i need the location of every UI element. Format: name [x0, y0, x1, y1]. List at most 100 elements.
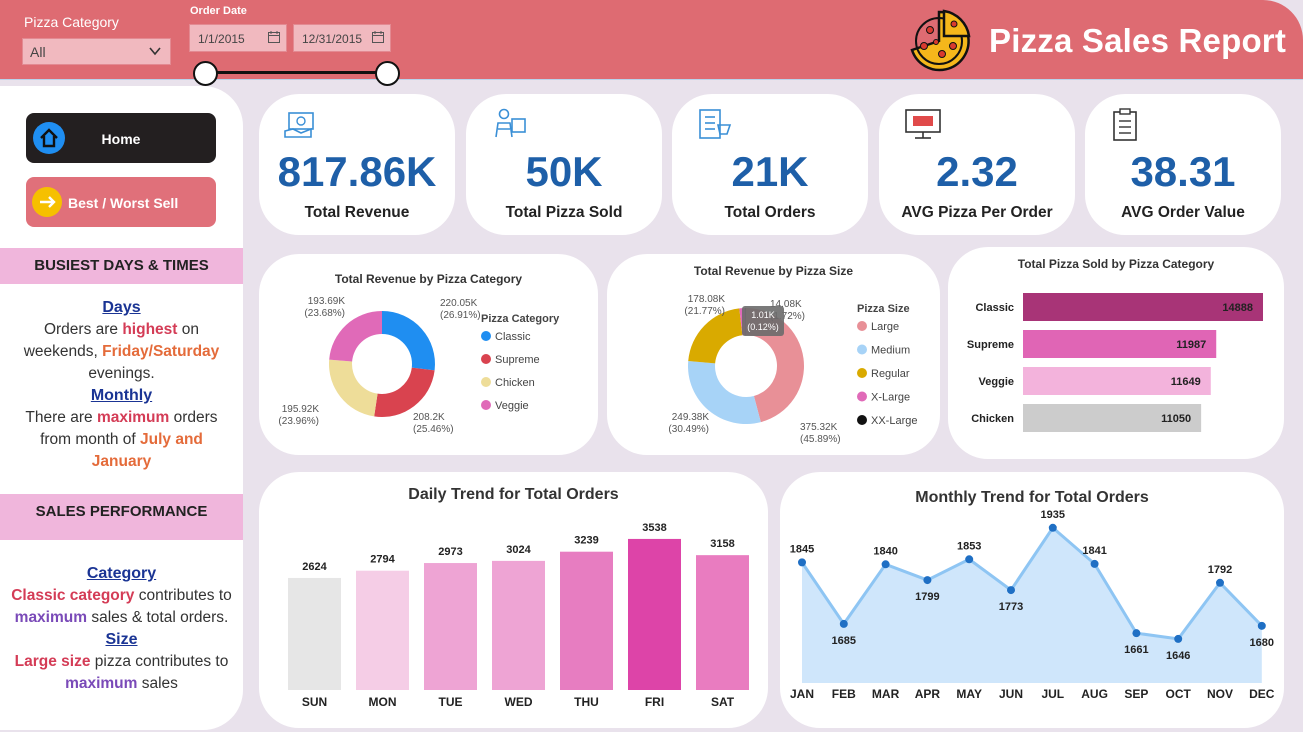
legend-item: Large [871, 321, 899, 333]
monitor-icon [905, 109, 941, 139]
clipboard-icon [1113, 108, 1137, 141]
tooltip-value: 1.01K [751, 310, 775, 320]
point-value-label: 1841 [1082, 545, 1106, 557]
data-point [965, 555, 974, 564]
slice-value-label: 193.69K [308, 296, 346, 307]
start-date-value: 1/1/2015 [198, 32, 245, 46]
legend-item: Classic [495, 331, 531, 343]
data-point [881, 560, 890, 569]
revenue-by-size-card: Total Revenue by Pizza Size 375.32K (45.8… [607, 254, 940, 455]
report-title: Pizza Sales Report [989, 22, 1287, 59]
donut-slice [382, 311, 435, 371]
legend-item: Veggie [495, 400, 529, 412]
date-slider-start-handle[interactable] [193, 61, 218, 86]
monthly-subheading: Monthly [90, 387, 153, 404]
bar-value-label: 2794 [370, 554, 395, 566]
x-tick-label: FRI [645, 695, 664, 709]
kpi-label: AVG Pizza Per Order [901, 204, 1053, 221]
x-tick-label: FEB [832, 687, 856, 701]
home-button[interactable]: Home [26, 113, 216, 163]
kpi-label: Total Orders [724, 204, 816, 221]
legend-item: Regular [871, 368, 910, 380]
calendar-icon [268, 31, 280, 43]
donut-slice [329, 359, 378, 417]
legend-title: Pizza Size [857, 303, 910, 315]
donut-slice [374, 367, 435, 417]
x-tick-label: SEP [1124, 687, 1148, 701]
slice-value-label: 208.2K [413, 412, 445, 423]
data-point [1132, 629, 1141, 638]
best-worst-sell-button[interactable]: Best / Worst Sell [26, 177, 216, 227]
end-date-input[interactable]: 12/31/2015 [293, 24, 391, 52]
legend-item: XX-Large [871, 415, 917, 427]
bar-value-label: 11649 [1171, 376, 1201, 388]
delivery-person-icon [495, 108, 526, 138]
bar-value-label: 11987 [1176, 339, 1206, 351]
x-tick-label: OCT [1166, 687, 1192, 701]
bar [628, 538, 681, 690]
sales-performance-heading: SALES PERFORMANCE [0, 494, 243, 540]
pizza-category-dropdown[interactable]: All [22, 38, 171, 65]
data-point [1216, 578, 1224, 587]
legend-title: Pizza Category [481, 313, 560, 325]
slice-value-label: 195.92K [282, 404, 320, 415]
point-value-label: 1853 [957, 540, 981, 552]
slice-value-label: 220.05K [440, 298, 478, 309]
kpi-value: 50K [525, 148, 603, 195]
legend-marker [481, 400, 491, 410]
x-tick-label: WED [505, 695, 533, 709]
start-date-input[interactable]: 1/1/2015 [189, 24, 287, 52]
money-icon [284, 112, 314, 138]
slice-value-label: 375.32K [800, 422, 838, 433]
kpi-avg-order-value: 38.31 AVG Order Value [1085, 94, 1281, 235]
x-tick-label: DEC [1249, 687, 1275, 701]
data-point [1007, 586, 1015, 595]
slice-percent-label: (21.77%) [684, 306, 725, 317]
data-point [1090, 559, 1099, 568]
data-point [923, 576, 932, 585]
x-tick-label: THU [574, 695, 599, 709]
point-value-label: 1799 [915, 591, 939, 603]
data-point [798, 558, 806, 567]
category-subheading: Category [86, 565, 157, 582]
bar-value-label: 2973 [438, 546, 462, 558]
x-tick-label: JUL [1041, 687, 1064, 701]
bar-value-label: 3538 [642, 522, 666, 534]
legend-marker [481, 354, 491, 364]
chevron-down-icon [149, 47, 161, 56]
slice-percent-label: (23.68%) [304, 308, 345, 319]
pizza-category-value: All [30, 44, 46, 60]
home-button-label: Home [101, 131, 141, 147]
bar [424, 563, 477, 690]
date-slider-end-handle[interactable] [375, 61, 400, 86]
point-value-label: 1646 [1166, 650, 1190, 662]
size-subheading: Size [105, 631, 138, 648]
legend-item: Supreme [495, 354, 540, 366]
bar [356, 570, 409, 690]
legend-marker [481, 331, 491, 341]
end-date-value: 12/31/2015 [302, 32, 363, 46]
bar-value-label: 2624 [302, 561, 327, 573]
legend-item: X-Large [871, 392, 910, 404]
bar-value-label: 11050 [1161, 413, 1191, 425]
bar [288, 577, 341, 690]
slice-percent-label: (30.49%) [668, 424, 709, 435]
point-value-label: 1840 [873, 545, 897, 557]
point-value-label: 1685 [832, 635, 856, 647]
header-bar: Pizza Category All Order Date 1/1/2015 1… [0, 0, 1303, 86]
revenue-by-category-donut: 220.05K(26.91%)208.2K(25.46%)195.92K(23.… [278, 296, 560, 435]
category-label: Veggie [979, 376, 1014, 388]
monthly-trend-area-chart: 1845 JAN 1685 FEB 1840 MAR 1799 APR 1853 MAY 1773 J… [790, 509, 1275, 701]
date-range-slider-track[interactable] [205, 71, 387, 74]
x-tick-label: SAT [711, 695, 735, 709]
kpi-value: 38.31 [1130, 148, 1236, 195]
kpi-total-pizza-sold: 50K Total Pizza Sold [466, 94, 662, 235]
slice-percent-label: (45.89%) [800, 434, 841, 445]
point-value-label: 1773 [999, 601, 1023, 613]
legend-marker [857, 415, 867, 425]
kpi-total-orders: 21K Total Orders [672, 94, 868, 235]
order-list-icon [699, 109, 732, 139]
category-label: Supreme [967, 339, 1014, 351]
bar-value-label: 3239 [574, 535, 598, 547]
point-value-label: 1845 [790, 543, 814, 555]
